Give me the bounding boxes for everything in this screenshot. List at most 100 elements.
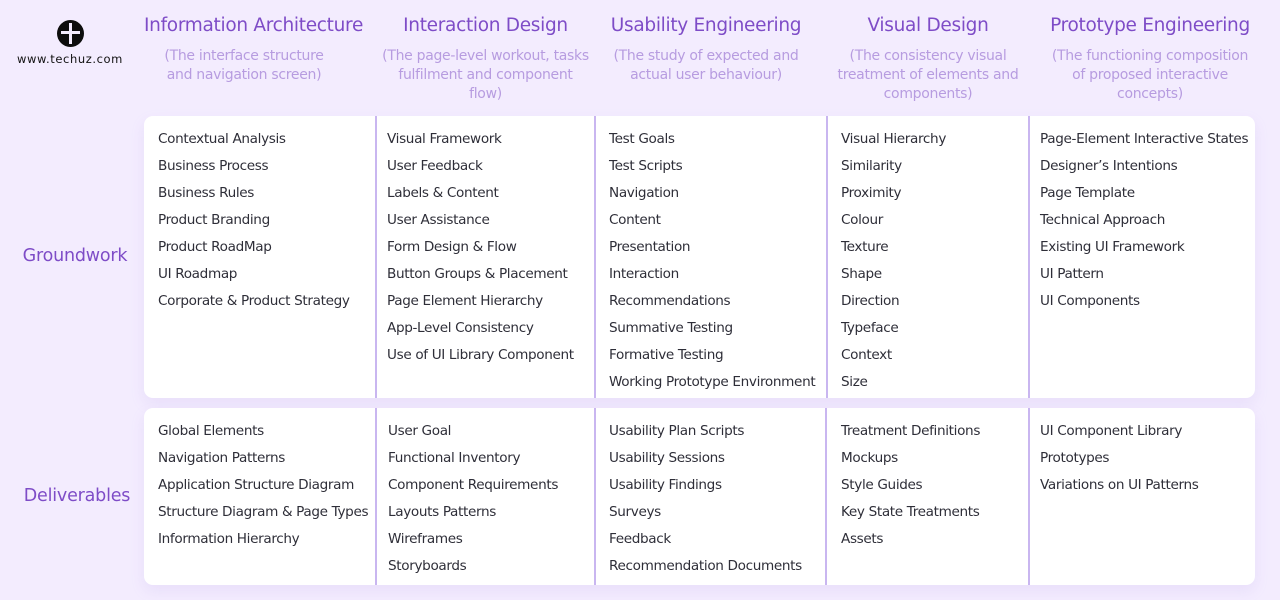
list-item: Working Prototype Environment: [609, 374, 816, 390]
list-item: Size: [841, 374, 868, 390]
list-item: Recommendations: [609, 293, 731, 309]
list-item: Business Rules: [158, 185, 255, 201]
list-item: Key State Treatments: [841, 504, 980, 520]
column-description: (The consistency visual treatment of ele…: [837, 48, 1019, 102]
list-item: Page-Element Interactive States: [1040, 131, 1249, 147]
list-item: Business Process: [158, 158, 269, 174]
brand-logo[interactable]: www.techuz.com: [14, 20, 126, 66]
cell-information-architecture: Contextual Analysis Business Process Busin…: [144, 116, 376, 398]
list-item: User Goal: [388, 423, 452, 439]
list-item: Visual Hierarchy: [841, 131, 947, 147]
list-item: Variations on UI Patterns: [1040, 477, 1199, 493]
list-item: Page Template: [1040, 185, 1135, 201]
list-item: Application Structure Diagram: [158, 477, 355, 493]
list-item: User Assistance: [387, 212, 490, 228]
list-item: Proximity: [841, 185, 902, 201]
list-item: Contextual Analysis: [158, 131, 286, 147]
list-item: Usability Sessions: [609, 450, 725, 466]
list-item: Global Elements: [158, 423, 264, 439]
column-description: (The study of expected and actual user b…: [613, 48, 799, 83]
list-item: Technical Approach: [1040, 212, 1166, 228]
list-item: UI Component Library: [1040, 423, 1183, 439]
list-item: Direction: [841, 293, 900, 309]
row-label-deliverables: Deliverables: [23, 486, 131, 506]
item-list: Test Goals Test Scripts Navigation Content P…: [609, 126, 827, 396]
site-url[interactable]: www.techuz.com: [17, 52, 123, 66]
cell-usability-engineering: Test Goals Test Scripts Navigation Content P…: [594, 116, 827, 398]
list-item: Summative Testing: [609, 320, 733, 336]
cell-prototype-engineering: Page-Element Interactive States Designer’…: [1028, 116, 1255, 398]
list-item: Visual Framework: [387, 131, 502, 147]
list-item: Texture: [841, 239, 889, 255]
column-title: Prototype Engineering: [1050, 15, 1250, 36]
list-item: Navigation: [609, 185, 679, 201]
deliverables-card: Global Elements Navigation Patterns Applic…: [144, 408, 1255, 585]
list-item: Corporate & Product Strategy: [158, 293, 350, 309]
list-item: Typeface: [841, 320, 899, 336]
column-title: Interaction Design: [403, 15, 568, 36]
column-title: Visual Design: [867, 15, 989, 36]
list-item: Layouts Patterns: [388, 504, 497, 520]
column-description: (The interface structure and navigation …: [164, 48, 324, 83]
column-title: Information Architecture: [144, 15, 364, 36]
list-item: Product Branding: [158, 212, 270, 228]
item-list: Page-Element Interactive States Designer’…: [1040, 126, 1255, 315]
list-item: Style Guides: [841, 477, 923, 493]
cell-prototype-engineering: UI Component Library Prototypes Variations…: [1028, 408, 1255, 585]
column-header-information-architecture: Information Architecture (The interface …: [144, 15, 364, 85]
list-item: Page Element Hierarchy: [387, 293, 543, 309]
cell-information-architecture: Global Elements Navigation Patterns Applic…: [144, 408, 376, 585]
list-item: Colour: [841, 212, 884, 228]
list-item: Recommendation Documents: [609, 558, 802, 574]
list-item: Formative Testing: [609, 347, 724, 363]
item-list: Global Elements Navigation Patterns Applic…: [158, 418, 376, 553]
list-item: Treatment Definitions: [841, 423, 981, 439]
list-item: App-Level Consistency: [387, 320, 534, 336]
list-item: Similarity: [841, 158, 902, 174]
list-item: Button Groups & Placement: [387, 266, 568, 282]
item-list: Visual Framework User Feedback Labels & Co…: [387, 126, 595, 369]
list-item: Navigation Patterns: [158, 450, 285, 466]
list-item: Wireframes: [388, 531, 463, 547]
column-header-visual-design: Visual Design (The consistency visual tr…: [828, 15, 1028, 104]
list-item: Surveys: [609, 504, 661, 520]
column-header-prototype-engineering: Prototype Engineering (The functioning c…: [1040, 15, 1260, 104]
cell-usability-engineering: Usability Plan Scripts Usability Sessions…: [594, 408, 827, 585]
list-item: Existing UI Framework: [1040, 239, 1185, 255]
list-item: Shape: [841, 266, 882, 282]
list-item: Use of UI Library Component: [387, 347, 574, 363]
list-item: Storyboards: [388, 558, 467, 574]
list-item: Presentation: [609, 239, 691, 255]
cell-visual-design: Treatment Definitions Mockups Style Guides…: [825, 408, 1029, 585]
list-item: Product RoadMap: [158, 239, 272, 255]
list-item: Designer’s Intentions: [1040, 158, 1178, 174]
list-item: Structure Diagram & Page Types: [158, 504, 369, 520]
list-item: Test Scripts: [609, 158, 683, 174]
column-header-interaction-design: Interaction Design (The page-level worko…: [376, 15, 595, 104]
item-list: Visual Hierarchy Similarity Proximity Colou…: [841, 126, 1029, 396]
groundwork-card: Contextual Analysis Business Process Busin…: [144, 116, 1255, 398]
list-item: Prototypes: [1040, 450, 1110, 466]
cell-visual-design: Visual Hierarchy Similarity Proximity Colou…: [826, 116, 1029, 398]
item-list: Contextual Analysis Business Process Busin…: [158, 126, 376, 315]
list-item: Functional Inventory: [388, 450, 521, 466]
item-list: User Goal Functional Inventory Component R…: [388, 418, 595, 580]
list-item: Component Requirements: [388, 477, 559, 493]
column-description: (The page-level workout, tasks fulfilmen…: [382, 48, 589, 102]
row-label-groundwork: Groundwork: [22, 246, 128, 266]
list-item: UI Components: [1040, 293, 1140, 309]
list-item: User Feedback: [387, 158, 483, 174]
list-item: Assets: [841, 531, 884, 547]
list-item: Feedback: [609, 531, 671, 547]
list-item: Interaction: [609, 266, 679, 282]
list-item: UI Pattern: [1040, 266, 1104, 282]
list-item: Test Goals: [609, 131, 675, 147]
list-item: Mockups: [841, 450, 898, 466]
cell-interaction-design: Visual Framework User Feedback Labels & Co…: [375, 116, 595, 398]
list-item: Usability Plan Scripts: [609, 423, 745, 439]
list-item: UI Roadmap: [158, 266, 238, 282]
list-item: Form Design & Flow: [387, 239, 517, 255]
column-header-usability-engineering: Usability Engineering (The study of expe…: [596, 15, 816, 85]
list-item: Information Hierarchy: [158, 531, 300, 547]
list-item: Labels & Content: [387, 185, 499, 201]
